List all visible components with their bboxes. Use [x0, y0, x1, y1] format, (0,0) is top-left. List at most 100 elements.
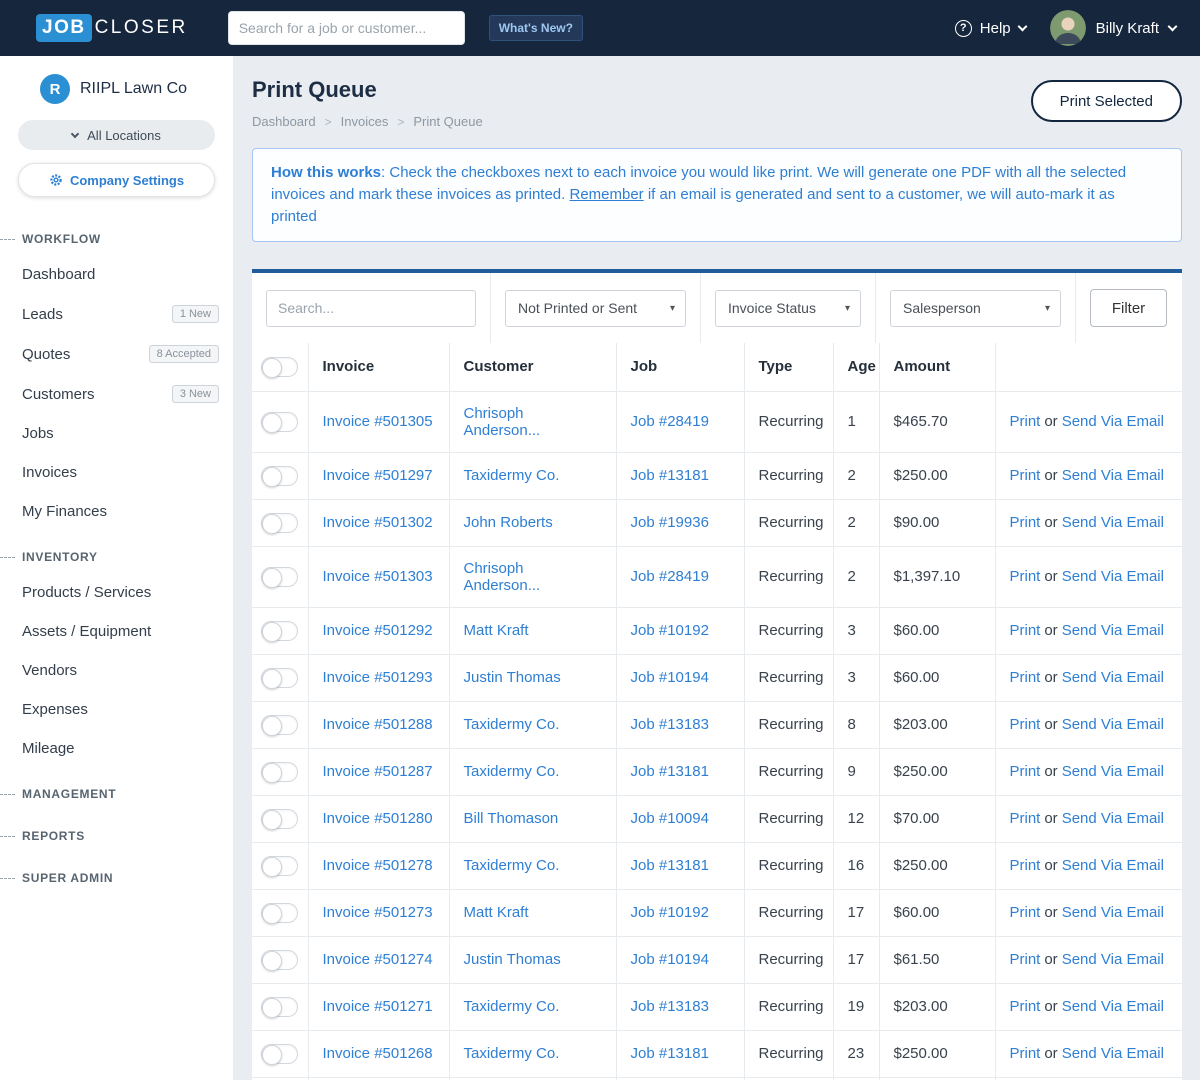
job-link[interactable]: Job #13181 [631, 1045, 709, 1062]
row-toggle[interactable] [261, 855, 299, 877]
breadcrumb-dashboard[interactable]: Dashboard [252, 114, 316, 129]
job-link[interactable]: Job #13181 [631, 467, 709, 484]
invoice-link[interactable]: Invoice #501271 [323, 998, 433, 1015]
print-link[interactable]: Print [1010, 716, 1041, 733]
job-link[interactable]: Job #13183 [631, 998, 709, 1015]
row-toggle[interactable] [261, 411, 299, 433]
invoice-link[interactable]: Invoice #501280 [323, 810, 433, 827]
customer-link[interactable]: Chrisoph Anderson... [464, 405, 541, 439]
sidebar-item-expenses[interactable]: Expenses [0, 690, 233, 729]
print-link[interactable]: Print [1010, 568, 1041, 585]
sidebar-item-quotes[interactable]: Quotes 8 Accepted [0, 334, 233, 374]
customer-link[interactable]: Bill Thomason [464, 810, 559, 827]
sidebar-item-jobs[interactable]: Jobs [0, 414, 233, 453]
customer-link[interactable]: Justin Thomas [464, 951, 561, 968]
row-toggle[interactable] [261, 620, 299, 642]
customer-link[interactable]: Justin Thomas [464, 669, 561, 686]
row-toggle[interactable] [261, 996, 299, 1018]
job-link[interactable]: Job #13181 [631, 857, 709, 874]
breadcrumb-invoices[interactable]: Invoices [341, 114, 389, 129]
customer-link[interactable]: Chrisoph Anderson... [464, 560, 541, 594]
print-link[interactable]: Print [1010, 998, 1041, 1015]
job-link[interactable]: Job #10194 [631, 951, 709, 968]
customer-link[interactable]: Matt Kraft [464, 622, 529, 639]
print-link[interactable]: Print [1010, 413, 1041, 430]
print-link[interactable]: Print [1010, 514, 1041, 531]
invoice-link[interactable]: Invoice #501273 [323, 904, 433, 921]
send-via-email-link[interactable]: Send Via Email [1062, 857, 1164, 874]
send-via-email-link[interactable]: Send Via Email [1062, 763, 1164, 780]
print-link[interactable]: Print [1010, 857, 1041, 874]
send-via-email-link[interactable]: Send Via Email [1062, 413, 1164, 430]
user-menu[interactable]: Billy Kraft [1049, 10, 1178, 46]
invoice-link[interactable]: Invoice #501268 [323, 1045, 433, 1062]
invoice-link[interactable]: Invoice #501292 [323, 622, 433, 639]
send-via-email-link[interactable]: Send Via Email [1062, 467, 1164, 484]
send-via-email-link[interactable]: Send Via Email [1062, 998, 1164, 1015]
customer-link[interactable]: Taxidermy Co. [464, 857, 560, 874]
printed-filter-select[interactable]: Not Printed or Sent ▾ [505, 289, 686, 327]
job-link[interactable]: Job #10094 [631, 810, 709, 827]
send-via-email-link[interactable]: Send Via Email [1062, 904, 1164, 921]
app-logo[interactable]: JOB CLOSER [36, 14, 188, 42]
invoice-link[interactable]: Invoice #501278 [323, 857, 433, 874]
customer-link[interactable]: Taxidermy Co. [464, 716, 560, 733]
customer-link[interactable]: John Roberts [464, 514, 553, 531]
send-via-email-link[interactable]: Send Via Email [1062, 716, 1164, 733]
row-toggle[interactable] [261, 714, 299, 736]
customer-link[interactable]: Taxidermy Co. [464, 763, 560, 780]
invoice-link[interactable]: Invoice #501293 [323, 669, 433, 686]
locations-dropdown[interactable]: All Locations [18, 120, 215, 150]
row-toggle[interactable] [261, 566, 299, 588]
send-via-email-link[interactable]: Send Via Email [1062, 951, 1164, 968]
company-switcher[interactable]: R RIIPL Lawn Co [0, 56, 233, 116]
print-link[interactable]: Print [1010, 1045, 1041, 1062]
job-link[interactable]: Job #28419 [631, 413, 709, 430]
row-toggle[interactable] [261, 667, 299, 689]
send-via-email-link[interactable]: Send Via Email [1062, 1045, 1164, 1062]
invoice-link[interactable]: Invoice #501274 [323, 951, 433, 968]
print-link[interactable]: Print [1010, 669, 1041, 686]
help-menu[interactable]: ? Help [954, 19, 1028, 37]
print-link[interactable]: Print [1010, 763, 1041, 780]
sidebar-section-header[interactable]: REPORTS [0, 820, 233, 852]
sidebar-section-header[interactable]: SUPER ADMIN [0, 862, 233, 894]
sidebar-section-header[interactable]: WORKFLOW [0, 223, 233, 255]
row-toggle[interactable] [261, 949, 299, 971]
job-link[interactable]: Job #13181 [631, 763, 709, 780]
row-toggle[interactable] [261, 465, 299, 487]
sidebar-section-header[interactable]: MANAGEMENT [0, 778, 233, 810]
row-toggle[interactable] [261, 1043, 299, 1065]
job-link[interactable]: Job #10194 [631, 669, 709, 686]
job-link[interactable]: Job #28419 [631, 568, 709, 585]
select-all-toggle[interactable] [261, 356, 299, 378]
customer-link[interactable]: Matt Kraft [464, 904, 529, 921]
filter-button[interactable]: Filter [1090, 289, 1167, 328]
send-via-email-link[interactable]: Send Via Email [1062, 669, 1164, 686]
invoice-link[interactable]: Invoice #501302 [323, 514, 433, 531]
salesperson-select[interactable]: Salesperson ▾ [890, 289, 1061, 327]
sidebar-item-mileage[interactable]: Mileage [0, 729, 233, 768]
customer-link[interactable]: Taxidermy Co. [464, 467, 560, 484]
customer-link[interactable]: Taxidermy Co. [464, 998, 560, 1015]
row-toggle[interactable] [261, 512, 299, 534]
print-link[interactable]: Print [1010, 622, 1041, 639]
invoice-link[interactable]: Invoice #501305 [323, 413, 433, 430]
sidebar-item-vendors[interactable]: Vendors [0, 651, 233, 690]
sidebar-item-dashboard[interactable]: Dashboard [0, 255, 233, 294]
sidebar-item-assets-equipment[interactable]: Assets / Equipment [0, 612, 233, 651]
sidebar-item-leads[interactable]: Leads 1 New [0, 294, 233, 334]
sidebar-item-invoices[interactable]: Invoices [0, 453, 233, 492]
send-via-email-link[interactable]: Send Via Email [1062, 622, 1164, 639]
print-link[interactable]: Print [1010, 951, 1041, 968]
row-toggle[interactable] [261, 902, 299, 924]
invoice-link[interactable]: Invoice #501287 [323, 763, 433, 780]
print-selected-button[interactable]: Print Selected [1030, 80, 1182, 122]
invoice-status-select[interactable]: Invoice Status ▾ [715, 289, 861, 327]
sidebar-item-my-finances[interactable]: My Finances [0, 492, 233, 531]
sidebar-item-customers[interactable]: Customers 3 New [0, 374, 233, 414]
print-link[interactable]: Print [1010, 467, 1041, 484]
row-toggle[interactable] [261, 808, 299, 830]
send-via-email-link[interactable]: Send Via Email [1062, 810, 1164, 827]
job-link[interactable]: Job #10192 [631, 622, 709, 639]
